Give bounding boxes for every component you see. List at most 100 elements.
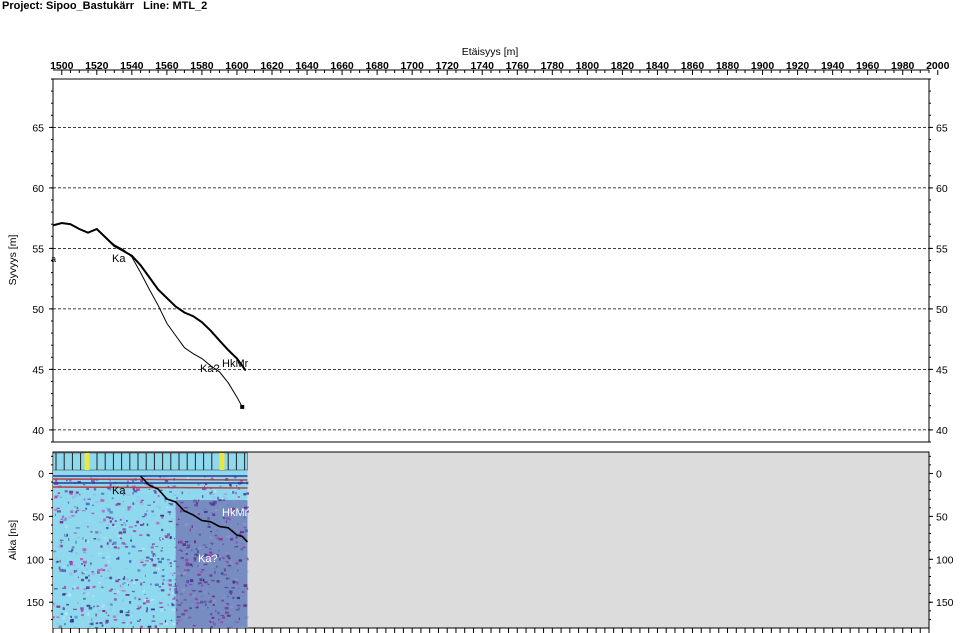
time-tick-label-right: 0: [936, 468, 942, 480]
radargram-speck: [143, 581, 146, 583]
radargram-speck: [159, 537, 162, 540]
radargram-speck: [144, 564, 147, 566]
radar-label-ka-question: Ka?: [198, 553, 218, 565]
radargram-speck: [80, 607, 84, 610]
radargram-speck: [246, 492, 249, 495]
radargram-speck: [170, 565, 173, 567]
radargram-speck: [76, 506, 79, 509]
radargram-speck: [61, 515, 65, 519]
radargram-speck: [118, 531, 123, 535]
radargram-speck: [97, 569, 101, 571]
radargram-speck: [157, 569, 159, 572]
radargram-speck: [123, 576, 126, 579]
radargram-speck: [80, 557, 84, 561]
radargram-speck: [53, 550, 57, 553]
radargram-speck: [110, 588, 113, 590]
radargram-speck: [235, 485, 238, 487]
radargram-speck: [172, 622, 177, 626]
depth-tick-label-right: 50: [936, 304, 948, 316]
time-tick-label-left: 150: [26, 597, 44, 609]
radargram-speck: [101, 606, 104, 609]
radargram-speck: [162, 579, 165, 581]
radargram-speck: [71, 546, 75, 549]
radargram-speck: [214, 490, 217, 493]
y-axis-title-depth: Syvyys [m]: [7, 235, 19, 286]
radargram-speck: [115, 503, 118, 506]
radargram-speck: [117, 547, 120, 550]
radargram-speck: [139, 534, 143, 536]
radargram-speck: [69, 621, 74, 623]
radargram-speck: [187, 492, 190, 495]
radargram-speck: [63, 519, 67, 521]
radargram-speck: [130, 621, 132, 624]
radargram-speck: [91, 572, 95, 576]
radargram-speck: [82, 537, 84, 540]
radargram-speck: [101, 492, 105, 495]
radargram-speck: [75, 569, 78, 572]
radargram-speck: [63, 565, 66, 568]
radargram-speck: [154, 625, 157, 628]
radargram-speck: [104, 564, 108, 567]
radargram-speck: [64, 490, 68, 493]
radargram-speck: [60, 612, 64, 616]
radargram-speck: [212, 496, 216, 499]
radargram-speck: [85, 502, 90, 506]
depth-profile-panel: 40 40 45 45 50 50 55 55 60 60 65 65 Ka a Ka? HkMr: [32, 78, 948, 443]
radargram-speck: [116, 557, 119, 560]
radargram-speck: [169, 503, 174, 506]
radargram-speck: [58, 546, 61, 548]
radargram-speck: [91, 504, 95, 507]
radargram-speck: [137, 495, 139, 499]
radargram-speck: [82, 510, 86, 512]
radargram-speck: [98, 552, 102, 555]
radargram-speck: [102, 557, 105, 559]
radargram-speck: [107, 542, 109, 545]
radargram-speck: [129, 601, 132, 604]
radargram-speck: [91, 512, 94, 514]
radargram-speck: [102, 569, 106, 572]
radargram-speck: [139, 559, 144, 562]
time-tick-label-left: 50: [32, 511, 44, 523]
radargram-speck: [73, 608, 77, 611]
radargram-speck: [219, 485, 222, 488]
radargram-speck: [151, 559, 153, 562]
radargram-speck: [55, 480, 58, 483]
radargram-speck: [125, 594, 130, 596]
radargram-speck: [171, 518, 174, 521]
depth-tick-label-left: 50: [32, 304, 44, 316]
radargram-speck: [156, 521, 160, 525]
radargram-speck: [151, 550, 154, 554]
radargram-speck: [125, 567, 128, 570]
radargram-speck: [85, 576, 88, 579]
radargram-speck: [156, 604, 158, 606]
radargram-speck: [127, 582, 129, 584]
radargram-speck: [86, 487, 90, 490]
radargram-speck: [53, 588, 58, 590]
time-tick-label-right: 150: [936, 597, 954, 609]
radargram-speck: [149, 558, 153, 560]
radargram-speck: [156, 567, 160, 571]
depth-plot-frame: [52, 78, 930, 443]
radargram-speck: [105, 611, 107, 614]
radargram-speck: [100, 545, 103, 548]
radargram-speck: [92, 493, 97, 497]
radargram-speck: [141, 499, 144, 502]
radargram-speck: [84, 564, 86, 567]
radargram-speck: [161, 538, 164, 540]
radargram-speck: [158, 600, 160, 602]
radargram-speck: [139, 619, 141, 621]
radargram-speck: [144, 593, 146, 595]
radargram-speck: [235, 491, 237, 495]
radargram-speck: [110, 627, 114, 628]
radargram-speck: [173, 494, 177, 496]
radargram-speck: [87, 612, 89, 616]
radargram-speck: [128, 552, 131, 555]
radargram-speck: [99, 520, 103, 524]
radargram-speck: [147, 534, 150, 537]
radargram-speck: [121, 622, 126, 624]
radargram-speck: [123, 522, 126, 524]
time-tick-label-right: 100: [936, 554, 954, 566]
radargram-speck: [119, 610, 123, 614]
radargram-speck: [153, 571, 158, 574]
radargram-speck: [119, 584, 121, 588]
